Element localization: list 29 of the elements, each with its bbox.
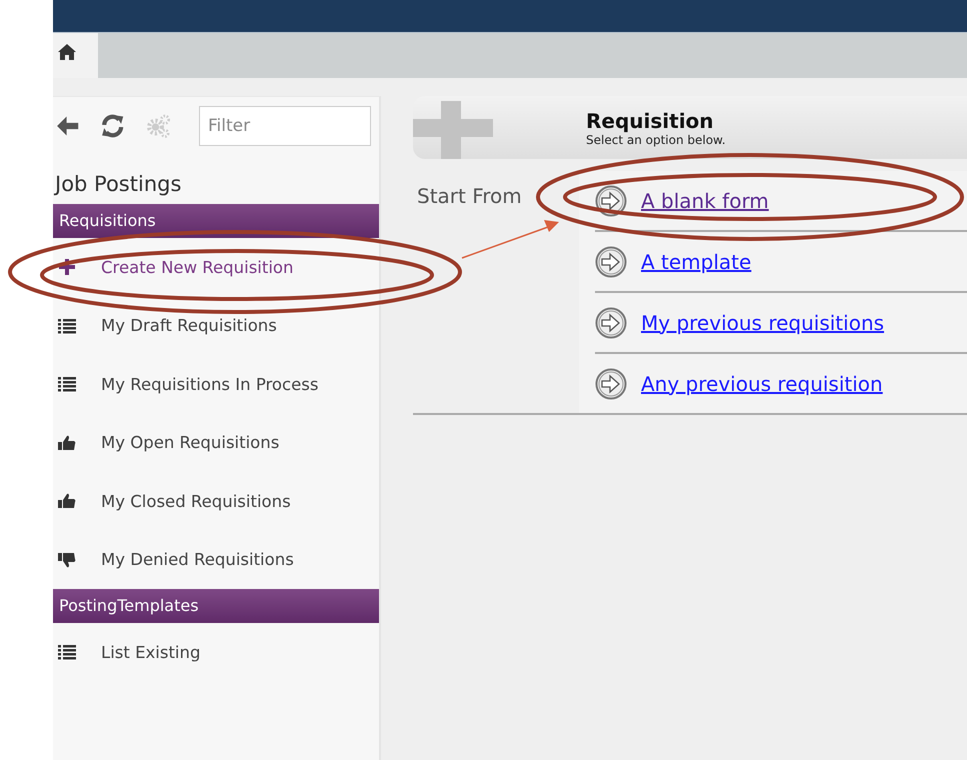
home-icon: [57, 43, 77, 61]
section-header: Requisitions: [53, 204, 379, 238]
arrow-circle-icon: [595, 368, 627, 400]
home-tab[interactable]: [53, 33, 98, 78]
arrow-circle-icon: [595, 184, 627, 216]
option-link[interactable]: A blank form: [641, 188, 769, 212]
list-icon: [57, 374, 77, 394]
plus-icon: [57, 257, 77, 278]
sidebar-item[interactable]: My Denied Requisitions: [53, 530, 379, 589]
list-icon: [57, 642, 77, 662]
sidebar-item[interactable]: My Requisitions In Process: [53, 355, 379, 414]
plus-icon: [413, 100, 493, 159]
start-from-label: Start From: [416, 183, 523, 208]
option-link[interactable]: A template: [641, 250, 752, 274]
sidebar-item[interactable]: My Draft Requisitions: [53, 296, 379, 355]
sidebar-item[interactable]: My Closed Requisitions: [53, 472, 379, 530]
option-link[interactable]: My previous requisitions: [641, 310, 884, 334]
panel-title: Requisition: [586, 108, 715, 132]
filter-field[interactable]: Filter: [198, 106, 371, 146]
refresh-icon[interactable]: [100, 113, 126, 139]
arrow-circle-icon: [595, 246, 627, 278]
panel-subtitle: Select an option below.: [586, 132, 726, 146]
sidebar-title: Job Postings: [53, 171, 182, 198]
sidebar-item[interactable]: My Open Requisitions: [53, 414, 379, 472]
section-header: PostingTemplates: [53, 589, 379, 623]
sidebar-item[interactable]: List Existing: [53, 623, 379, 682]
option-link[interactable]: Any previous requisition: [641, 372, 883, 396]
sidebar-item[interactable]: Create New Requisition: [53, 238, 379, 296]
arrow-circle-icon: [595, 306, 627, 338]
